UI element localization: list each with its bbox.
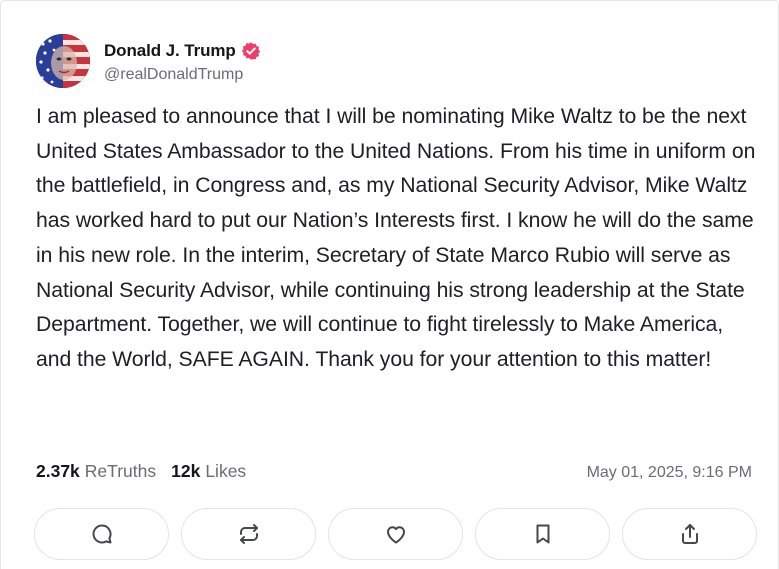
share-icon xyxy=(681,524,698,544)
retruth-button[interactable] xyxy=(181,508,316,560)
display-name-row: Donald J. Trump xyxy=(104,39,261,63)
retruths-count[interactable]: 2.37k xyxy=(36,461,80,482)
display-name[interactable]: Donald J. Trump xyxy=(104,41,236,61)
like-button[interactable] xyxy=(328,508,463,560)
author-handle[interactable]: @realDonaldTrump xyxy=(104,66,261,84)
avatar[interactable] xyxy=(36,34,90,88)
likes-count[interactable]: 12k xyxy=(171,461,200,482)
verified-badge-icon xyxy=(241,41,261,61)
reply-button[interactable] xyxy=(34,508,169,560)
post-header: Donald J. Trump @realDonaldTrump xyxy=(36,34,261,88)
bookmark-button[interactable] xyxy=(475,508,610,560)
bookmark-icon xyxy=(536,524,549,544)
post-timestamp[interactable]: May 01, 2025, 9:16 PM xyxy=(587,464,752,482)
avatar-image xyxy=(36,34,90,88)
repost-icon xyxy=(239,524,258,544)
comment-icon xyxy=(92,524,112,544)
action-bar xyxy=(34,508,769,560)
share-button[interactable] xyxy=(622,508,757,560)
post-card: Donald J. Trump @realDonaldTrump I am pl… xyxy=(0,0,779,569)
likes-label[interactable]: Likes xyxy=(205,461,246,482)
heart-icon xyxy=(386,526,405,544)
post-stats: 2.37k ReTruths 12k Likes xyxy=(36,461,246,482)
post-body-text: I am pleased to announce that I will be … xyxy=(36,105,756,371)
retruths-label[interactable]: ReTruths xyxy=(85,461,156,482)
author-names: Donald J. Trump @realDonaldTrump xyxy=(104,39,261,84)
